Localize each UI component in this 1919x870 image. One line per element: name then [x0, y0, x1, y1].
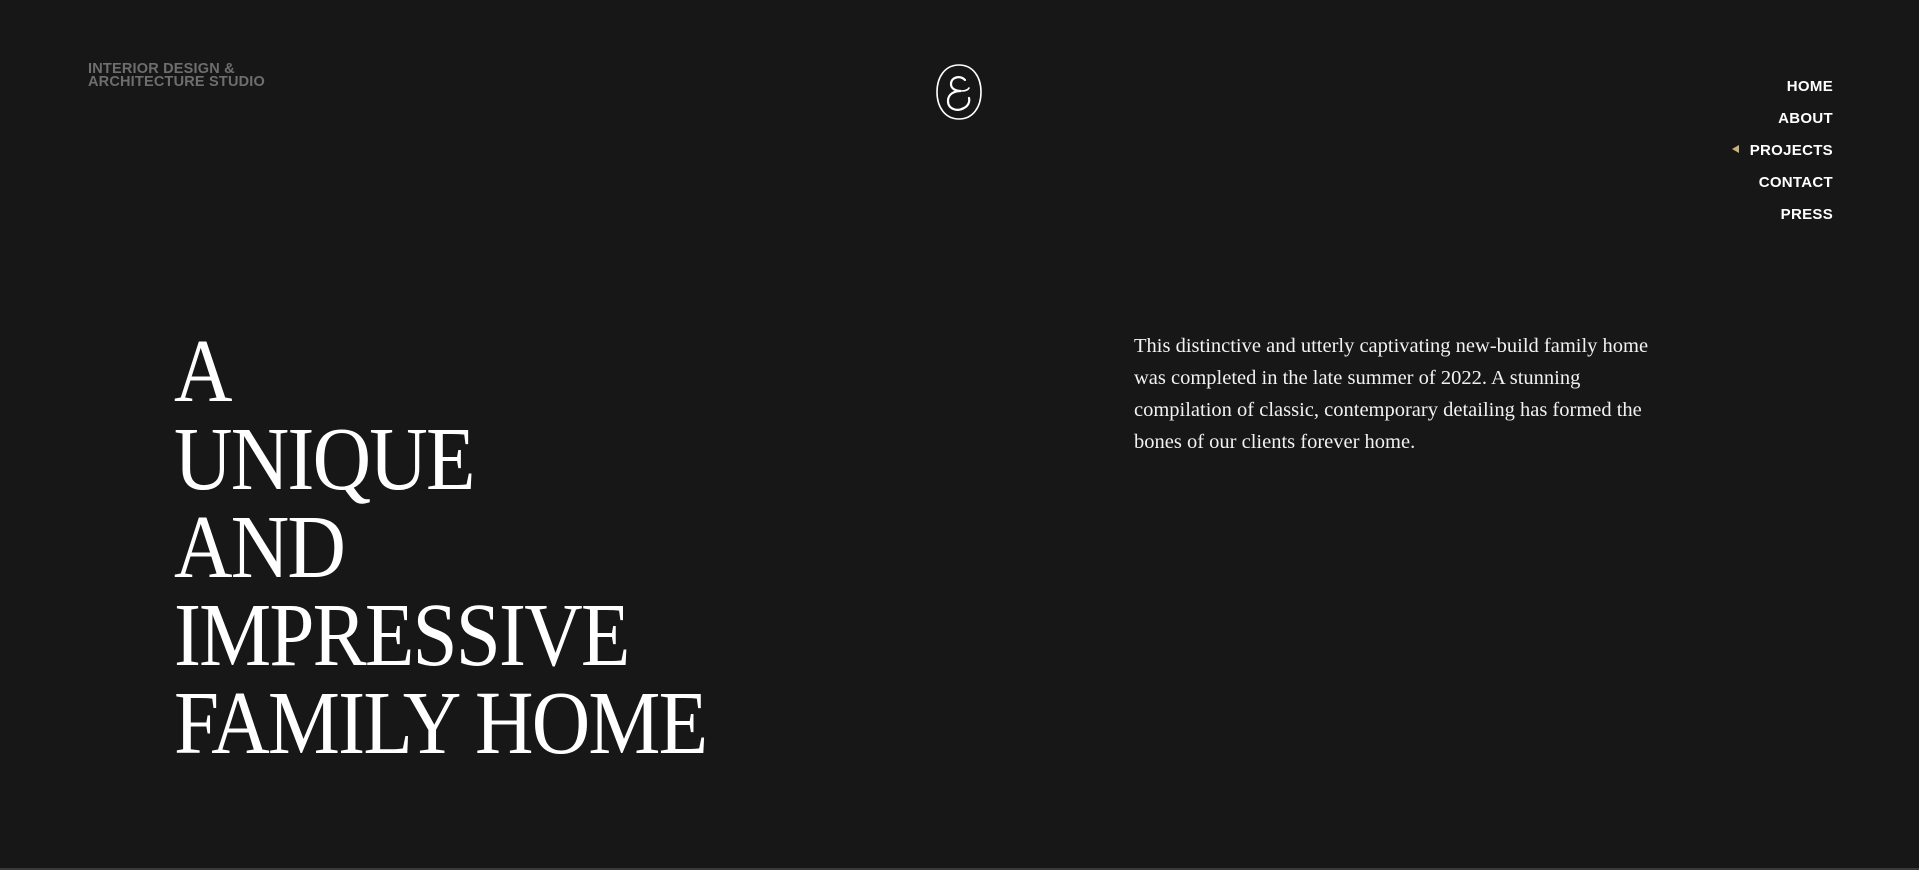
studio-tagline-line-2: ARCHITECTURE STUDIO: [88, 74, 265, 90]
nav-item-home[interactable]: HOME: [1633, 70, 1833, 102]
nav-item-projects-label: PROJECTS: [1749, 141, 1833, 159]
nav-item-home-label: HOME: [1786, 77, 1833, 95]
main-navigation: HOME ABOUT PROJECTS CONTACT PRESS: [1633, 70, 1833, 230]
arrow-marker-icon: [1731, 145, 1739, 153]
nav-item-press[interactable]: PRESS: [1633, 198, 1833, 230]
hero-title: A UNIQUE AND IMPRESSIVE FAMILY HOME: [174, 322, 708, 773]
project-intro-text: This distinctive and utterly captivating…: [1134, 335, 1649, 453]
hero-title-line-2: UNIQUE: [174, 410, 475, 509]
studio-tagline: INTERIOR DESIGN & ARCHITECTURE STUDIO: [88, 62, 348, 90]
hero-title-line-5: FAMILY HOME: [174, 674, 708, 773]
nav-item-about-label: ABOUT: [1778, 109, 1833, 127]
nav-item-contact[interactable]: CONTACT: [1633, 166, 1833, 198]
nav-item-press-label: PRESS: [1780, 205, 1833, 223]
nav-item-projects[interactable]: PROJECTS: [1633, 134, 1833, 166]
hero-title-line-1: A: [174, 322, 233, 421]
nav-item-contact-label: CONTACT: [1758, 173, 1833, 191]
monogram-logo-icon[interactable]: [935, 63, 983, 121]
hero-title-line-3: AND: [174, 498, 346, 597]
hero-title-line-4: IMPRESSIVE: [174, 586, 630, 685]
nav-item-about[interactable]: ABOUT: [1633, 102, 1833, 134]
